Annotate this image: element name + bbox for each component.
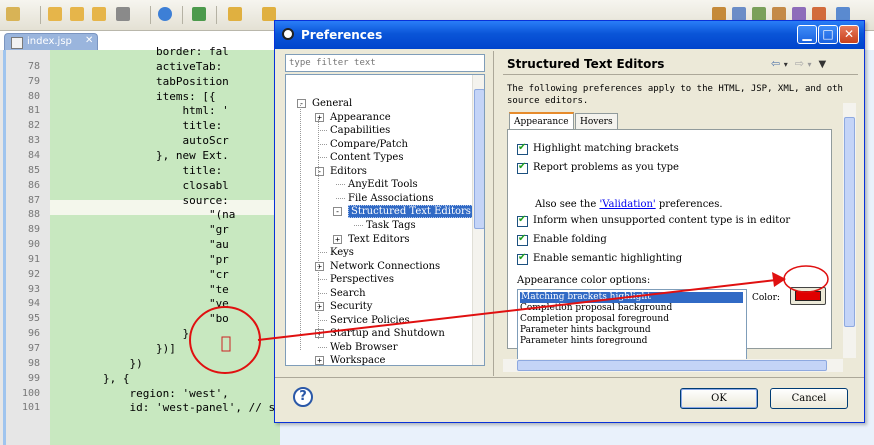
- bracket-marker: [221, 336, 231, 352]
- annotation-circle-target: [783, 265, 829, 293]
- annotation-overlay: [189, 265, 829, 374]
- annotation-arrow: [257, 279, 777, 341]
- annotation-circle: [189, 306, 261, 374]
